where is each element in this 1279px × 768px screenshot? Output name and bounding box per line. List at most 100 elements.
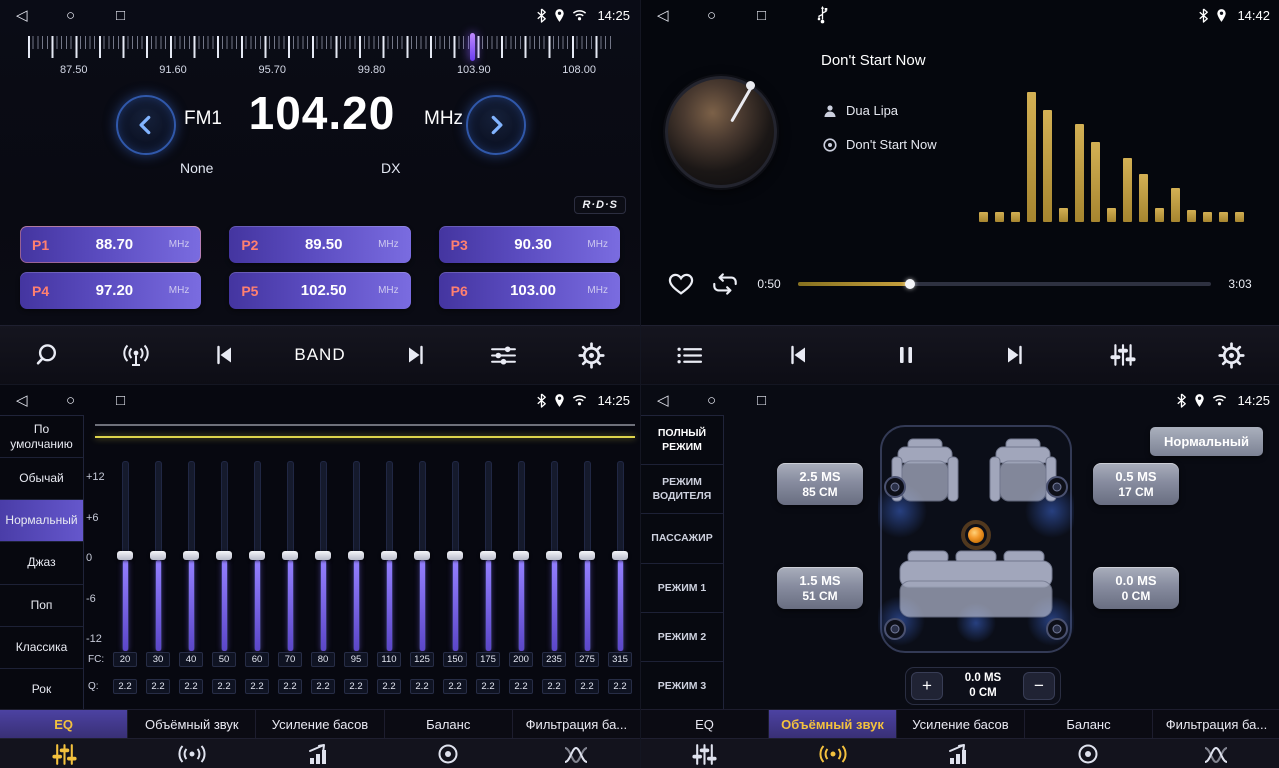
- frequency-ruler[interactable]: [28, 36, 612, 60]
- eq-band-slider[interactable]: [344, 461, 368, 651]
- settings-gear-icon[interactable]: [1214, 342, 1250, 369]
- album-art[interactable]: [665, 76, 777, 188]
- tab-filter[interactable]: Фильтрация ба...: [513, 710, 640, 738]
- eq-band-slider[interactable]: [278, 461, 302, 651]
- tab-bass[interactable]: Усиление басов: [256, 710, 384, 738]
- back-icon[interactable]: ◁: [657, 391, 707, 409]
- broadcast-icon[interactable]: [118, 342, 154, 368]
- balance-icon[interactable]: [1024, 739, 1152, 768]
- band-button[interactable]: BAND: [294, 345, 345, 365]
- eq-icon[interactable]: [0, 739, 128, 768]
- next-icon[interactable]: [997, 343, 1033, 367]
- previous-icon[interactable]: [206, 343, 242, 367]
- stage-menu-item[interactable]: ПОЛНЫЙ РЕЖИМ: [641, 416, 723, 465]
- recents-icon[interactable]: □: [757, 392, 807, 409]
- recents-icon[interactable]: □: [757, 7, 807, 24]
- favorite-heart-icon[interactable]: [667, 271, 695, 297]
- preset-p5[interactable]: P5102.50MHz: [229, 272, 410, 309]
- previous-icon[interactable]: [780, 343, 816, 367]
- delay-minus-button[interactable]: −: [1023, 672, 1055, 700]
- eq-preset-item[interactable]: Нормальный: [0, 500, 83, 542]
- back-icon[interactable]: ◁: [657, 6, 707, 24]
- home-icon[interactable]: ○: [707, 7, 757, 24]
- eq-preset-item[interactable]: Джаз: [0, 542, 83, 584]
- bass-icon[interactable]: [256, 739, 384, 768]
- eq-band-slider[interactable]: [113, 461, 137, 651]
- eq-band-slider[interactable]: [410, 461, 434, 651]
- equalizer-icon[interactable]: [1105, 342, 1141, 368]
- audio-settings-icon[interactable]: [486, 343, 522, 368]
- stage-menu-item[interactable]: РЕЖИМ 2: [641, 613, 723, 662]
- eq-icon[interactable]: [641, 739, 769, 768]
- delay-rear-right[interactable]: 0.0 MS 0 CM: [1093, 567, 1179, 609]
- playlist-icon[interactable]: [671, 343, 707, 368]
- surround-icon[interactable]: [128, 739, 256, 768]
- eq-band-slider[interactable]: [608, 461, 632, 651]
- balance-icon[interactable]: [384, 739, 512, 768]
- eq-preset-item[interactable]: Классика: [0, 627, 83, 669]
- tab-surround[interactable]: Объёмный звук: [769, 710, 897, 738]
- filter-icon[interactable]: [1152, 739, 1279, 768]
- stage-menu-item[interactable]: РЕЖИМ 3: [641, 662, 723, 711]
- next-icon[interactable]: [398, 343, 434, 367]
- preset-p2[interactable]: P289.50MHz: [229, 226, 410, 263]
- eq-band-slider[interactable]: [443, 461, 467, 651]
- recents-icon[interactable]: □: [116, 392, 166, 409]
- seek-knob[interactable]: [905, 279, 915, 289]
- back-icon[interactable]: ◁: [16, 6, 66, 24]
- tab-eq[interactable]: EQ: [0, 710, 128, 738]
- tuner-pointer[interactable]: [470, 33, 475, 61]
- eq-band-slider[interactable]: [476, 461, 500, 651]
- delay-front-right[interactable]: 0.5 MS 17 CM: [1093, 463, 1179, 505]
- tab-bass[interactable]: Усиление басов: [897, 710, 1025, 738]
- preset-p1[interactable]: P188.70MHz: [20, 226, 201, 263]
- frequency-unit: MHz: [424, 108, 463, 130]
- eq-band-slider[interactable]: [509, 461, 533, 651]
- eq-preset-item[interactable]: Рок: [0, 669, 83, 711]
- profile-button[interactable]: Нормальный: [1150, 427, 1263, 456]
- visualizer-bar: [1059, 208, 1068, 222]
- home-icon[interactable]: ○: [707, 392, 757, 409]
- seek-bar[interactable]: [798, 282, 1211, 286]
- eq-preset-item[interactable]: Обычай: [0, 458, 83, 500]
- eq-band-slider[interactable]: [146, 461, 170, 651]
- delay-rear-left[interactable]: 1.5 MS 51 CM: [777, 567, 863, 609]
- preset-p4[interactable]: P497.20MHz: [20, 272, 201, 309]
- surround-icon[interactable]: [769, 739, 897, 768]
- stage-menu-item[interactable]: РЕЖИМ ВОДИТЕЛЯ: [641, 465, 723, 514]
- tab-eq[interactable]: EQ: [641, 710, 769, 738]
- tab-surround[interactable]: Объёмный звук: [128, 710, 256, 738]
- delay-front-left[interactable]: 2.5 MS 85 CM: [777, 463, 863, 505]
- pause-icon[interactable]: [888, 343, 924, 367]
- eq-band-slider[interactable]: [377, 461, 401, 651]
- stage-menu-item[interactable]: РЕЖИМ 1: [641, 564, 723, 613]
- preset-p3[interactable]: P390.30MHz: [439, 226, 620, 263]
- preset-p6[interactable]: P6103.00MHz: [439, 272, 620, 309]
- settings-gear-icon[interactable]: [574, 342, 610, 369]
- tab-balance[interactable]: Баланс: [1025, 710, 1153, 738]
- eq-sliders: [113, 461, 632, 651]
- filter-icon[interactable]: [512, 739, 640, 768]
- eq-band-slider[interactable]: [179, 461, 203, 651]
- status-time: 14:25: [597, 8, 630, 23]
- eq-preset-item[interactable]: По умолчанию: [0, 416, 83, 458]
- tab-balance[interactable]: Баланс: [385, 710, 513, 738]
- tune-up-button[interactable]: [466, 95, 526, 155]
- recents-icon[interactable]: □: [116, 7, 166, 24]
- bass-icon[interactable]: [897, 739, 1025, 768]
- repeat-icon[interactable]: [710, 272, 740, 296]
- home-icon[interactable]: ○: [66, 7, 116, 24]
- eq-band-slider[interactable]: [542, 461, 566, 651]
- back-icon[interactable]: ◁: [16, 391, 66, 409]
- eq-band-slider[interactable]: [245, 461, 269, 651]
- tune-down-button[interactable]: [116, 95, 176, 155]
- eq-band-slider[interactable]: [212, 461, 236, 651]
- eq-preset-item[interactable]: Поп: [0, 585, 83, 627]
- eq-band-slider[interactable]: [311, 461, 335, 651]
- stage-menu-item[interactable]: ПАССАЖИР: [641, 514, 723, 563]
- eq-band-slider[interactable]: [575, 461, 599, 651]
- home-icon[interactable]: ○: [66, 392, 116, 409]
- delay-plus-button[interactable]: +: [911, 672, 943, 700]
- tab-filter[interactable]: Фильтрация ба...: [1153, 710, 1279, 738]
- scan-icon[interactable]: [30, 342, 66, 368]
